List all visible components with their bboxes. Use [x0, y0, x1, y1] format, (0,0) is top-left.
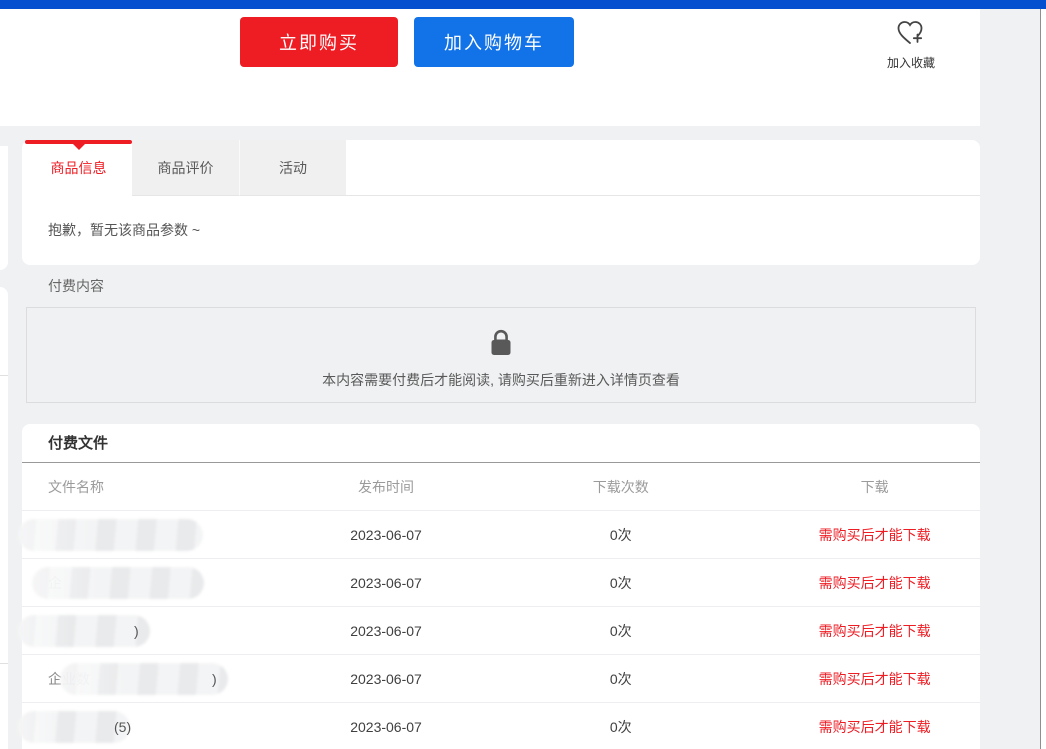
tab-product-reviews[interactable]: 商品评价: [132, 140, 239, 196]
redaction-blob: [32, 567, 204, 599]
paid-content-section-title: 付费内容: [22, 265, 980, 307]
file-download-count: 0次: [472, 717, 769, 737]
window-edge-line: [1040, 9, 1041, 749]
table-row: (5) 2023-06-07 0次 需购买后才能下载: [22, 703, 980, 749]
file-publish-date: 2023-06-07: [300, 719, 472, 735]
file-download-count: 0次: [472, 621, 769, 641]
file-download-count: 0次: [472, 573, 769, 593]
paid-files-panel: 付费文件 文件名称 发布时间 下载次数 下载 2023-06-07 0次 需购买…: [22, 424, 980, 749]
table-row: 企业数 ) 2023-06-07 0次 需购买后才能下载: [22, 655, 980, 703]
product-action-section: 立即购买 加入购物车 加入收藏: [0, 9, 980, 126]
file-download-link[interactable]: 需购买后才能下载: [769, 621, 980, 641]
product-info-panel: 商品信息 商品评价 活动 抱歉，暂无该商品参数 ~: [22, 140, 980, 265]
redaction-blob: [18, 615, 150, 647]
left-panel-divider: [0, 663, 8, 664]
column-header-download: 下载: [769, 477, 980, 497]
column-header-publish-date: 发布时间: [300, 477, 472, 497]
tab-product-info[interactable]: 商品信息: [25, 140, 132, 196]
file-download-link[interactable]: 需购买后才能下载: [769, 669, 980, 689]
file-download-link[interactable]: 需购买后才能下载: [769, 525, 980, 545]
left-panel-divider: [0, 375, 8, 376]
file-download-link[interactable]: 需购买后才能下载: [769, 717, 980, 737]
table-row: ) 2023-06-07 0次 需购买后才能下载: [22, 607, 980, 655]
left-cutoff-panel-bottom: [0, 287, 8, 749]
add-to-cart-button[interactable]: 加入购物车: [414, 17, 574, 67]
file-name-redacted: 企: [22, 567, 300, 599]
file-name-fragment-suffix: (5): [114, 719, 131, 735]
tab-activity[interactable]: 活动: [239, 140, 346, 196]
no-parameters-message: 抱歉，暂无该商品参数 ~: [22, 196, 980, 264]
file-name-fragment-suffix: ): [134, 623, 139, 639]
paid-files-header-row: 文件名称 发布时间 下载次数 下载: [22, 463, 980, 511]
left-cutoff-panel-top: [0, 146, 8, 270]
top-blue-bar: [0, 0, 1046, 9]
column-header-download-count: 下载次数: [472, 477, 769, 497]
lock-icon: [27, 329, 975, 362]
file-download-count: 0次: [472, 525, 769, 545]
buy-now-button[interactable]: 立即购买: [240, 17, 398, 67]
redaction-blob: [60, 663, 228, 695]
detail-tabs: 商品信息 商品评价 活动: [22, 140, 980, 196]
file-name-redacted: 企业数 ): [22, 663, 300, 695]
paid-files-title: 付费文件: [22, 424, 980, 463]
file-name-redacted: (5): [22, 711, 300, 743]
file-publish-date: 2023-06-07: [300, 575, 472, 591]
add-to-favorites-button[interactable]: 加入收藏: [877, 19, 945, 71]
file-publish-date: 2023-06-07: [300, 671, 472, 687]
product-detail-page: 立即购买 加入购物车 加入收藏 商品信息 商品评价 活动 抱歉，暂无该商品参数 …: [0, 0, 1046, 749]
tab-filler: [346, 140, 980, 196]
file-name-redacted: [22, 519, 300, 551]
file-name-fragment-suffix: ): [212, 671, 217, 687]
file-publish-date: 2023-06-07: [300, 527, 472, 543]
file-publish-date: 2023-06-07: [300, 623, 472, 639]
heart-plus-icon: [896, 34, 926, 51]
table-row: 2023-06-07 0次 需购买后才能下载: [22, 511, 980, 559]
paid-files-body: 2023-06-07 0次 需购买后才能下载 企 2023-06-07 0次 需…: [22, 511, 980, 749]
file-download-link[interactable]: 需购买后才能下载: [769, 573, 980, 593]
table-row: 企 2023-06-07 0次 需购买后才能下载: [22, 559, 980, 607]
file-download-count: 0次: [472, 669, 769, 689]
locked-content-box: 本内容需要付费后才能阅读, 请购买后重新进入详情页查看: [26, 307, 976, 403]
main-content-column: 商品信息 商品评价 活动 抱歉，暂无该商品参数 ~ 付费内容 本内容需要付费后才…: [22, 140, 980, 749]
redaction-blob: [18, 519, 203, 551]
locked-content-message: 本内容需要付费后才能阅读, 请购买后重新进入详情页查看: [27, 370, 975, 390]
column-header-file-name: 文件名称: [22, 477, 300, 497]
add-to-favorites-label: 加入收藏: [877, 54, 945, 71]
file-name-redacted: ): [22, 615, 300, 647]
